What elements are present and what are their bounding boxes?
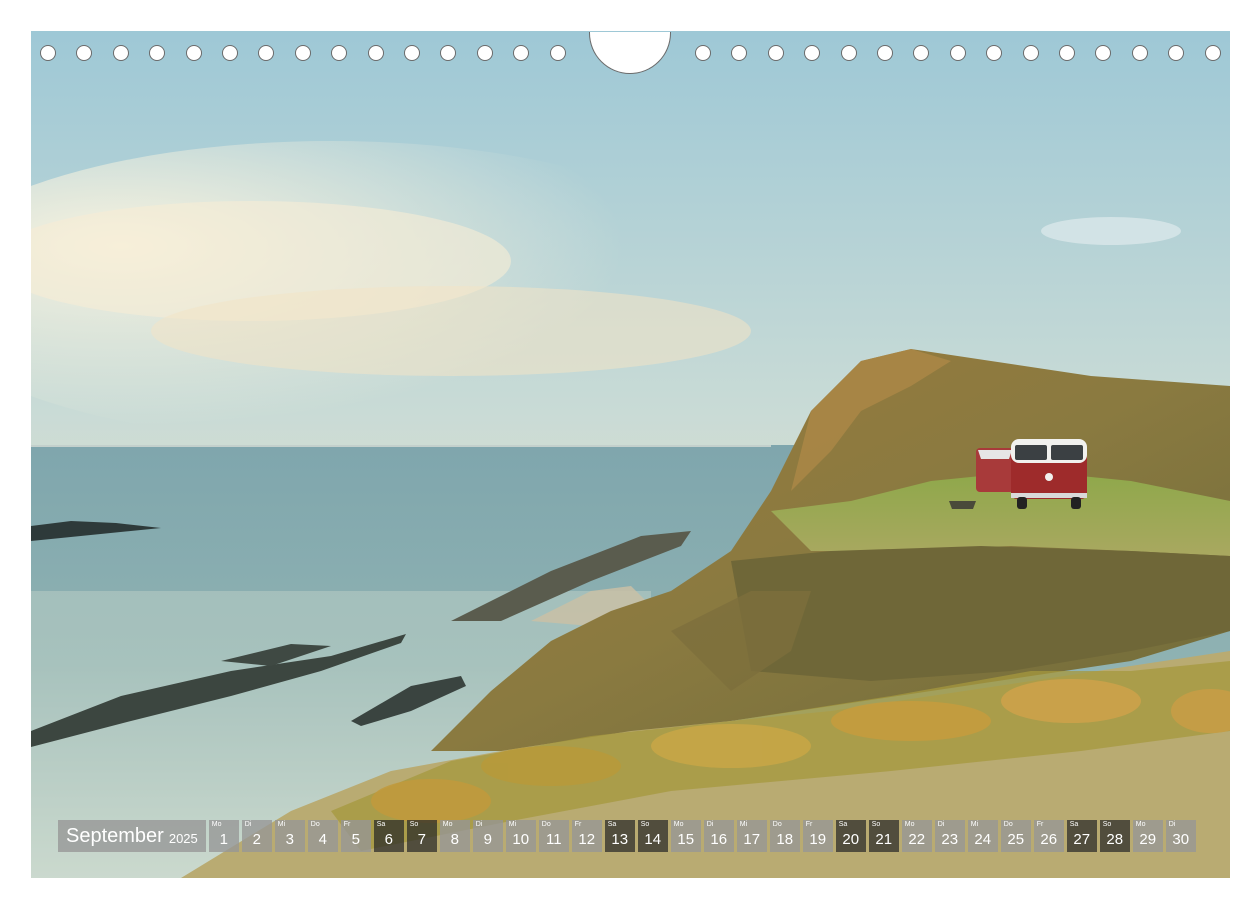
weekday-abbrev: Di — [706, 821, 714, 828]
day-number: 20 — [842, 831, 860, 848]
weekday-abbrev: Di — [475, 821, 483, 828]
day-number: 9 — [483, 831, 492, 848]
weekday-abbrev: Mi — [508, 821, 517, 828]
day-number: 5 — [351, 831, 360, 848]
calendar-day: Mo 15 — [670, 820, 701, 852]
landscape-illustration — [31, 31, 1230, 878]
day-number: 1 — [219, 831, 228, 848]
calendar-day: Di 16 — [703, 820, 734, 852]
day-number: 16 — [710, 831, 728, 848]
calendar-day: Mo 1 — [208, 820, 239, 852]
calendar-day: Sa 27 — [1066, 820, 1097, 852]
day-number: 17 — [743, 831, 761, 848]
weekday-abbrev: Di — [1168, 821, 1176, 828]
calendar-day: Do 4 — [307, 820, 338, 852]
day-number: 14 — [644, 831, 662, 848]
calendar-day: Di 30 — [1165, 820, 1196, 852]
weekday-abbrev: Fr — [574, 821, 582, 828]
weekday-abbrev: Fr — [1036, 821, 1044, 828]
day-number: 27 — [1073, 831, 1091, 848]
month-label: September 2025 — [58, 820, 206, 852]
weekday-abbrev: Mi — [970, 821, 979, 828]
calendar-day: Mo 22 — [901, 820, 932, 852]
day-number: 13 — [611, 831, 629, 848]
day-number: 12 — [578, 831, 596, 848]
calendar-day: Mi 17 — [736, 820, 767, 852]
day-number: 6 — [384, 831, 393, 848]
calendar-day: Do 18 — [769, 820, 800, 852]
day-number: 25 — [1007, 831, 1025, 848]
weekday-abbrev: Mo — [211, 821, 222, 828]
calendar-day: So 21 — [868, 820, 899, 852]
calendar-day: Sa 6 — [373, 820, 404, 852]
weekday-abbrev: So — [640, 821, 650, 828]
calendar-day: Fr 5 — [340, 820, 371, 852]
day-number: 10 — [512, 831, 530, 848]
calendar-day: Di 23 — [934, 820, 965, 852]
day-number: 26 — [1040, 831, 1058, 848]
coastal-campervan-photo — [31, 31, 1230, 878]
calendar-day: So 28 — [1099, 820, 1130, 852]
weekday-abbrev: Mo — [904, 821, 915, 828]
weekday-abbrev: Mi — [739, 821, 748, 828]
calendar-day: Fr 19 — [802, 820, 833, 852]
day-number: 18 — [776, 831, 794, 848]
calendar-day: Di 9 — [472, 820, 503, 852]
weekday-abbrev: Sa — [838, 821, 848, 828]
weekday-abbrev: Do — [310, 821, 320, 828]
weekday-abbrev: Do — [772, 821, 782, 828]
weekday-abbrev: Mi — [277, 821, 286, 828]
day-number: 23 — [941, 831, 959, 848]
weekday-abbrev: Fr — [805, 821, 813, 828]
weekday-abbrev: Do — [541, 821, 551, 828]
day-number: 19 — [809, 831, 827, 848]
calendar-day: Do 11 — [538, 820, 569, 852]
calendar-day: Mo 8 — [439, 820, 470, 852]
calendar-day: Mi 10 — [505, 820, 536, 852]
calendar-day: Mi 24 — [967, 820, 998, 852]
weekday-abbrev: Sa — [607, 821, 617, 828]
calendar-day: Sa 13 — [604, 820, 635, 852]
weekday-abbrev: Mo — [442, 821, 453, 828]
calendar-day: Fr 12 — [571, 820, 602, 852]
weekday-abbrev: So — [1102, 821, 1112, 828]
month-year: 2025 — [168, 830, 198, 846]
calendar-day: Fr 26 — [1033, 820, 1064, 852]
day-number: 7 — [417, 831, 426, 848]
day-number: 29 — [1139, 831, 1157, 848]
weekday-abbrev: Mo — [673, 821, 684, 828]
day-number: 15 — [677, 831, 695, 848]
calendar-day: Mo 29 — [1132, 820, 1163, 852]
calendar-day: Do 25 — [1000, 820, 1031, 852]
day-number: 3 — [285, 831, 294, 848]
day-number: 22 — [908, 831, 926, 848]
day-number: 2 — [252, 831, 261, 848]
weekday-abbrev: Di — [937, 821, 945, 828]
weekday-abbrev: So — [871, 821, 881, 828]
calendar-strip: September 2025 Mo 1 Di 2 Mi 3 Do 4 Fr 5 Sa 6 So 7 Mo 8 D… — [58, 820, 1196, 852]
calendar-day: So 7 — [406, 820, 437, 852]
day-number: 30 — [1172, 831, 1190, 848]
calendar-day: So 14 — [637, 820, 668, 852]
day-number: 11 — [545, 831, 562, 848]
weekday-abbrev: So — [409, 821, 419, 828]
day-number: 4 — [318, 831, 327, 848]
day-cells: Mo 1 Di 2 Mi 3 Do 4 Fr 5 Sa 6 So 7 Mo 8 Di 9 Mi 10 Do 11 Fr 12 S… — [208, 820, 1196, 852]
calendar-day: Sa 20 — [835, 820, 866, 852]
weekday-abbrev: Sa — [376, 821, 386, 828]
weekday-abbrev: Mo — [1135, 821, 1146, 828]
weekday-abbrev: Do — [1003, 821, 1013, 828]
day-number: 8 — [450, 831, 459, 848]
day-number: 28 — [1106, 831, 1124, 848]
weekday-abbrev: Sa — [1069, 821, 1079, 828]
day-number: 21 — [875, 831, 893, 848]
weekday-abbrev: Fr — [343, 821, 351, 828]
weekday-abbrev: Di — [244, 821, 252, 828]
calendar-day: Di 2 — [241, 820, 272, 852]
month-name: September — [66, 824, 164, 847]
calendar-day: Mi 3 — [274, 820, 305, 852]
day-number: 24 — [974, 831, 992, 848]
